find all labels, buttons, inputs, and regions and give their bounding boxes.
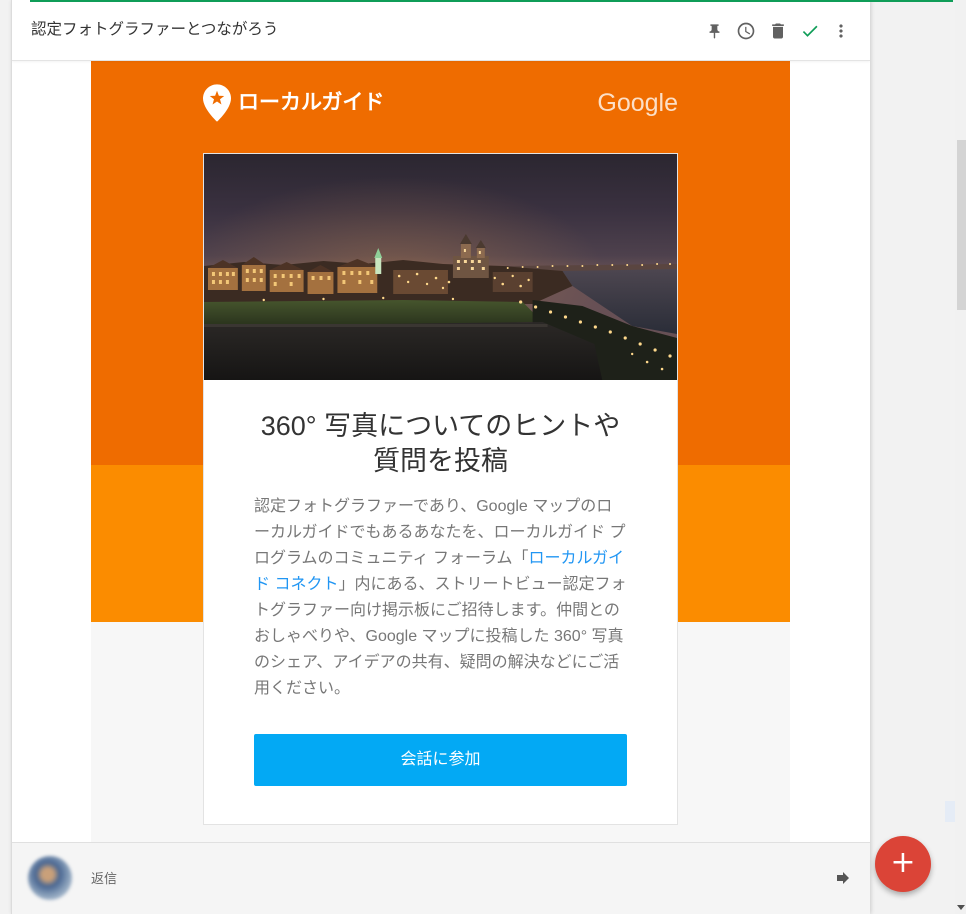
email-headline: 360° 写真についてのヒントや 質問を投稿 <box>204 380 677 479</box>
email-body: ローカルガイド Google 360° 写真についてのヒントや 質問を投稿 認定… <box>91 61 790 842</box>
pin-icon <box>709 23 719 39</box>
compose-fab-button[interactable]: + <box>875 836 931 892</box>
headline-line-1: 360° 写真についてのヒントや <box>260 411 621 441</box>
program-name: ローカルガイド <box>238 91 385 114</box>
conversation-header: 認定フォトグラファーとつながろう <box>12 0 870 61</box>
google-wordmark: Google <box>597 89 678 117</box>
more-vert-icon <box>839 24 843 38</box>
avatar <box>28 856 72 900</box>
side-edge-tab <box>945 801 955 822</box>
paragraph-text-end: 」内にある、ストリートビュー認定フォトグラファー向け掲示板にご招待します。仲間と… <box>254 576 627 697</box>
join-conversation-button[interactable]: 会話に参加 <box>254 734 627 786</box>
delete-button[interactable] <box>766 19 790 43</box>
forward-arrow-icon <box>837 872 849 884</box>
email-paragraph: 認定フォトグラファーであり、Google マップのローカルガイドでもあるあなたを… <box>254 494 627 702</box>
scrollbar-thumb[interactable] <box>957 140 966 310</box>
local-guides-pin-icon <box>203 84 231 122</box>
scrollbar[interactable] <box>955 0 966 914</box>
top-accent-bar <box>30 0 953 2</box>
pin-button[interactable] <box>702 19 726 43</box>
conversation-card: 認定フォトグラファーとつながろう ローカルガイド Google 360° 写真に… <box>11 0 870 914</box>
trash-icon <box>772 23 784 39</box>
snooze-clock-icon <box>737 22 755 40</box>
hero-photo <box>204 154 677 380</box>
email-subject: 認定フォトグラファーとつながろう <box>31 21 279 38</box>
done-check-icon <box>802 25 818 37</box>
headline-line-2: 質問を投稿 <box>373 446 508 476</box>
forward-button[interactable] <box>834 869 852 887</box>
reply-bar: 返信 <box>12 842 870 914</box>
done-button[interactable] <box>798 19 822 43</box>
snooze-button[interactable] <box>734 19 758 43</box>
more-options-button[interactable] <box>829 19 853 43</box>
reply-input[interactable]: 返信 <box>91 871 117 887</box>
scroll-down-arrow-icon[interactable] <box>957 905 965 910</box>
message-card: 360° 写真についてのヒントや 質問を投稿 認定フォトグラファーであり、Goo… <box>203 153 678 825</box>
